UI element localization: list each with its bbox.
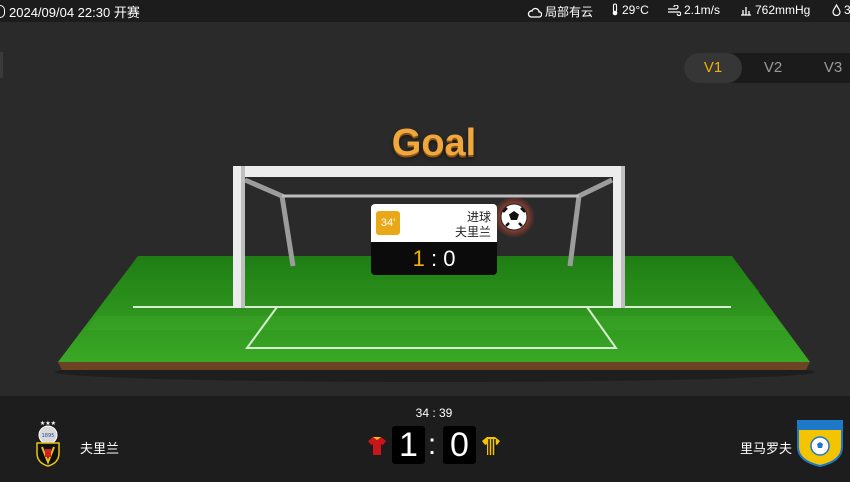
- home-jersey-icon: [368, 437, 386, 455]
- droplet-icon: [832, 3, 841, 17]
- weather-pressure: 762mmHg: [740, 3, 810, 17]
- pressure-icon: [741, 7, 751, 16]
- event-score-separator: :: [430, 246, 438, 271]
- event-minute-badge: 34': [376, 211, 400, 235]
- goal-frame: [233, 166, 625, 177]
- match-clock: 34 : 39: [415, 406, 453, 420]
- score-separator: :: [427, 428, 437, 461]
- away-team-crest[interactable]: [796, 419, 844, 467]
- event-score: 1 : 0: [371, 242, 497, 275]
- scoreboard-bar: ★★★ 1895 夫里兰 34 : 39 1 : 0 里马罗夫: [0, 396, 850, 482]
- event-team: 夫里兰: [454, 225, 491, 239]
- away-jersey-icon: [482, 437, 500, 455]
- match-datetime: 2024/09/04 22:30 开赛: [0, 2, 140, 21]
- weather-humidity: 3: [832, 3, 850, 17]
- home-score: 1: [392, 426, 425, 464]
- goal-title: Goal: [391, 122, 477, 164]
- weather-temperature: 29°C: [611, 3, 649, 17]
- home-team-crest[interactable]: ★★★ 1895: [31, 419, 65, 467]
- wind-icon: [668, 4, 682, 17]
- away-score: 0: [443, 426, 476, 464]
- goal-event-card: 34' 进球 夫里兰 1 : 0: [371, 204, 497, 275]
- event-score-away: 0: [443, 246, 456, 271]
- top-bar: 2024/09/04 22:30 开赛 局部有云 29°C 2.1m/s 762…: [0, 0, 850, 22]
- thermometer-icon: [612, 3, 618, 16]
- animation-stage: V1 V2 V3 Goal 34' 进球 夫里兰 1: 0: [0, 22, 850, 396]
- svg-text:1895: 1895: [42, 433, 55, 439]
- weather-condition: 局部有云: [527, 3, 593, 20]
- home-team-name[interactable]: 夫里兰: [80, 438, 119, 457]
- clock-icon: [0, 5, 5, 18]
- weather-wind: 2.1m/s: [667, 3, 720, 17]
- event-score-home: 1: [412, 246, 425, 271]
- away-team-name[interactable]: 里马罗夫: [740, 438, 792, 457]
- soccer-ball-icon: [500, 203, 528, 231]
- cloud-icon: [527, 7, 543, 18]
